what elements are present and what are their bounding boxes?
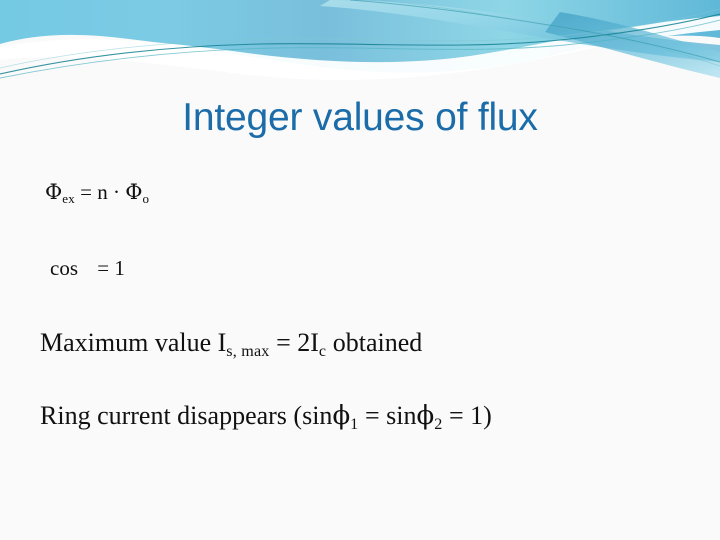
ring-symbol-phi-1: ϕ bbox=[332, 401, 351, 431]
flux-subscript-o: o bbox=[142, 191, 150, 207]
body-line-maximum-value: Maximum value Is, max = 2Ic obtained bbox=[40, 328, 423, 361]
flux-subscript-ex: ex bbox=[62, 191, 75, 207]
ring-symbol-phi-2: ϕ bbox=[416, 401, 435, 431]
body-line-ring-current: Ring current disappears (sinϕ1 = sinϕ2 =… bbox=[40, 401, 492, 434]
flux-symbol-phi-o: Φ bbox=[125, 180, 143, 204]
ring-relation-1: = sin bbox=[358, 401, 417, 430]
maxval-text-trail: obtained bbox=[326, 328, 423, 357]
body-line-flux-quantization: Φex = n · Φo bbox=[45, 180, 150, 207]
maxval-relation: = 2I bbox=[269, 328, 319, 357]
ring-text-lead: Ring current disappears (sin bbox=[40, 401, 333, 430]
flux-relation: = n · bbox=[74, 180, 126, 204]
maxval-subscript-c: c bbox=[318, 343, 327, 361]
body-line-cosine-condition: cos = 1 bbox=[50, 256, 125, 280]
ring-subscript-2: 2 bbox=[434, 416, 443, 434]
cosine-function-label: cos bbox=[50, 256, 78, 280]
cosine-value: = 1 bbox=[92, 256, 125, 280]
maxval-text-lead: Maximum value I bbox=[40, 328, 227, 357]
flux-symbol-phi-ex: Φ bbox=[45, 180, 63, 204]
ring-subscript-1: 1 bbox=[350, 416, 359, 434]
ring-relation-2: = 1) bbox=[442, 401, 492, 430]
maxval-subscript-s-max: s, max bbox=[226, 343, 270, 361]
slide-body: Φex = n · Φo cos = 1 Maximum value Is, m… bbox=[0, 0, 720, 540]
presentation-slide: Integer values of flux Φex = n · Φo cos … bbox=[0, 0, 720, 540]
